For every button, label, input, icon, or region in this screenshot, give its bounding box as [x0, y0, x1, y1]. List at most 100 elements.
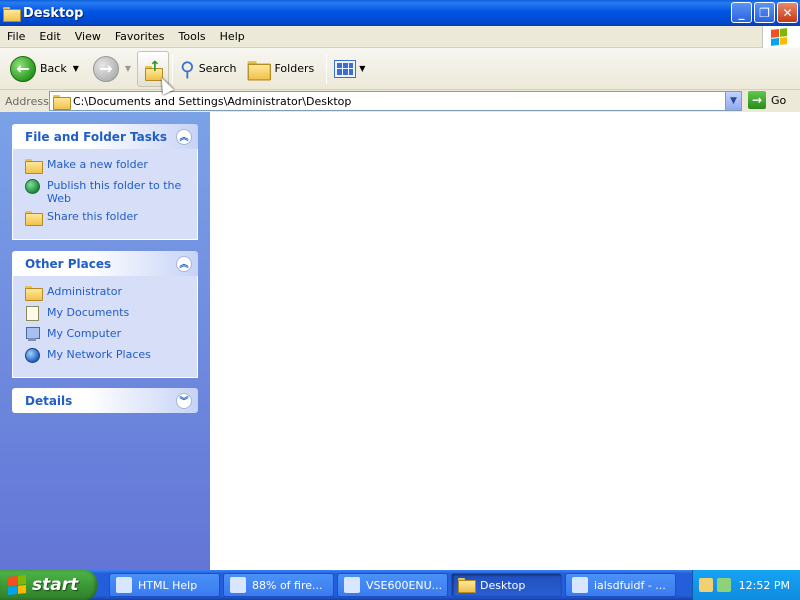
views-button[interactable]: ▼: [330, 51, 369, 87]
toolbar: ← Back ▼ → ▼ ↑ ⚲ Search Folders ▼: [0, 48, 800, 90]
documents-icon: [25, 306, 41, 322]
address-input[interactable]: C:\Documents and Settings\Administrator\…: [49, 91, 742, 111]
folder-icon: [25, 285, 43, 301]
place-my-computer[interactable]: My Computer: [25, 327, 189, 343]
toolbar-separator: [326, 53, 328, 84]
go-label: Go: [771, 93, 787, 107]
share-folder-icon: [25, 210, 43, 226]
taskbar-buttons: HTML Help 88% of fire... VSE600ENU... De…: [109, 573, 676, 597]
panel-header[interactable]: Details ︾: [12, 388, 198, 413]
go-arrow-icon: →: [748, 91, 766, 109]
minimize-button[interactable]: _: [731, 2, 752, 23]
panel-body: Make a new folder Publish this folder to…: [12, 149, 198, 240]
folder-icon: [53, 95, 71, 110]
menu-favorites[interactable]: Favorites: [108, 30, 172, 43]
new-folder-icon: [25, 158, 43, 174]
close-button[interactable]: ✕: [777, 2, 798, 23]
search-label: Search: [198, 62, 237, 75]
taskbar-button-label: 88% of fire...: [252, 578, 323, 592]
help-icon: [116, 577, 132, 593]
taskbar-button-desktop[interactable]: Desktop: [451, 573, 562, 597]
panel-title: Other Places: [25, 256, 112, 271]
back-dropdown-icon[interactable]: ▼: [73, 64, 79, 73]
details-panel: Details ︾: [12, 388, 198, 413]
views-dropdown-icon[interactable]: ▼: [359, 64, 365, 73]
clock[interactable]: 12:52 PM: [739, 579, 790, 592]
search-icon: ⚲: [180, 56, 195, 81]
views-icon: [334, 59, 357, 78]
taskbar-button-label: ialsdfuidf - ...: [594, 578, 666, 592]
folder-icon: [458, 577, 476, 593]
search-button[interactable]: ⚲ Search: [176, 51, 240, 87]
address-value: C:\Documents and Settings\Administrator\…: [73, 94, 352, 108]
maximize-button[interactable]: ❐: [754, 2, 775, 23]
menu-view[interactable]: View: [68, 30, 108, 43]
place-label: My Documents: [47, 306, 130, 319]
place-label: My Computer: [47, 327, 122, 340]
app-icon: [572, 577, 588, 593]
tray-network-icon[interactable]: [716, 578, 731, 592]
title-bar: Desktop _ ❐ ✕: [0, 0, 800, 26]
menu-file[interactable]: File: [0, 30, 32, 43]
task-share-folder[interactable]: Share this folder: [25, 210, 189, 226]
panel-header[interactable]: Other Places ︽: [12, 251, 198, 276]
taskbar-button-download[interactable]: 88% of fire...: [223, 573, 334, 597]
windows-flag-icon: [8, 575, 26, 595]
panel-body: Administrator My Documents My Computer M…: [12, 276, 198, 378]
computer-icon: [25, 327, 41, 343]
panel-title: Details: [25, 393, 73, 408]
file-folder-tasks-panel: File and Folder Tasks ︽ Make a new folde…: [12, 124, 198, 240]
toolbar-separator: [172, 53, 174, 84]
taskbar-button-label: VSE600ENU...: [366, 578, 443, 592]
window-controls: _ ❐ ✕: [731, 2, 798, 23]
back-button[interactable]: ← Back ▼: [6, 51, 83, 87]
network-icon: [25, 348, 41, 364]
address-bar: Address C:\Documents and Settings\Admini…: [0, 90, 800, 112]
task-publish-to-web[interactable]: Publish this folder to the Web: [25, 179, 189, 205]
start-button[interactable]: start: [0, 570, 97, 600]
folders-label: Folders: [274, 62, 315, 75]
back-arrow-icon: ←: [10, 55, 36, 82]
folder-icon: [3, 6, 21, 22]
task-pane: File and Folder Tasks ︽ Make a new folde…: [0, 112, 210, 570]
forward-arrow-icon: →: [92, 55, 119, 82]
task-label: Make a new folder: [47, 158, 148, 171]
folder-content-area[interactable]: [210, 112, 800, 570]
tray-tools-icon[interactable]: [698, 578, 713, 592]
windows-logo-icon: [762, 26, 800, 48]
taskbar: start HTML Help 88% of fire... VSE600ENU…: [0, 570, 800, 600]
menu-edit[interactable]: Edit: [32, 30, 67, 43]
menu-tools[interactable]: Tools: [172, 30, 213, 43]
task-make-new-folder[interactable]: Make a new folder: [25, 158, 189, 174]
system-tray: 12:52 PM: [692, 570, 800, 600]
go-button[interactable]: → Go: [748, 91, 786, 109]
folders-icon: [248, 60, 272, 81]
menu-help[interactable]: Help: [213, 30, 252, 43]
collapse-chevron-icon[interactable]: ︽: [176, 128, 192, 145]
place-label: Administrator: [47, 285, 122, 298]
taskbar-button-ialsdfuidf[interactable]: ialsdfuidf - ...: [565, 573, 676, 597]
address-dropdown-icon[interactable]: ▼: [725, 92, 741, 110]
taskbar-button-html-help[interactable]: HTML Help: [109, 573, 220, 597]
taskbar-button-label: HTML Help: [138, 578, 198, 592]
window-title: Desktop: [23, 5, 84, 21]
installer-icon: [344, 577, 360, 593]
forward-button[interactable]: → ▼: [89, 51, 135, 87]
globe-icon: [25, 179, 41, 195]
panel-header[interactable]: File and Folder Tasks ︽: [12, 124, 198, 149]
collapse-chevron-icon[interactable]: ︽: [176, 255, 192, 272]
place-my-network-places[interactable]: My Network Places: [25, 348, 189, 364]
expand-chevron-icon[interactable]: ︾: [176, 392, 192, 409]
folders-button[interactable]: Folders: [246, 51, 318, 87]
task-label: Publish this folder to the Web: [47, 179, 182, 205]
panel-title: File and Folder Tasks: [25, 129, 168, 144]
menu-bar: File Edit View Favorites Tools Help: [0, 26, 800, 48]
back-label: Back: [40, 62, 67, 75]
other-places-panel: Other Places ︽ Administrator My Document…: [12, 251, 198, 378]
start-label: start: [32, 575, 79, 595]
place-my-documents[interactable]: My Documents: [25, 306, 189, 322]
taskbar-button-installer[interactable]: VSE600ENU...: [337, 573, 448, 597]
address-label: Address: [5, 94, 49, 108]
forward-dropdown-icon[interactable]: ▼: [125, 64, 131, 73]
place-administrator[interactable]: Administrator: [25, 285, 189, 301]
